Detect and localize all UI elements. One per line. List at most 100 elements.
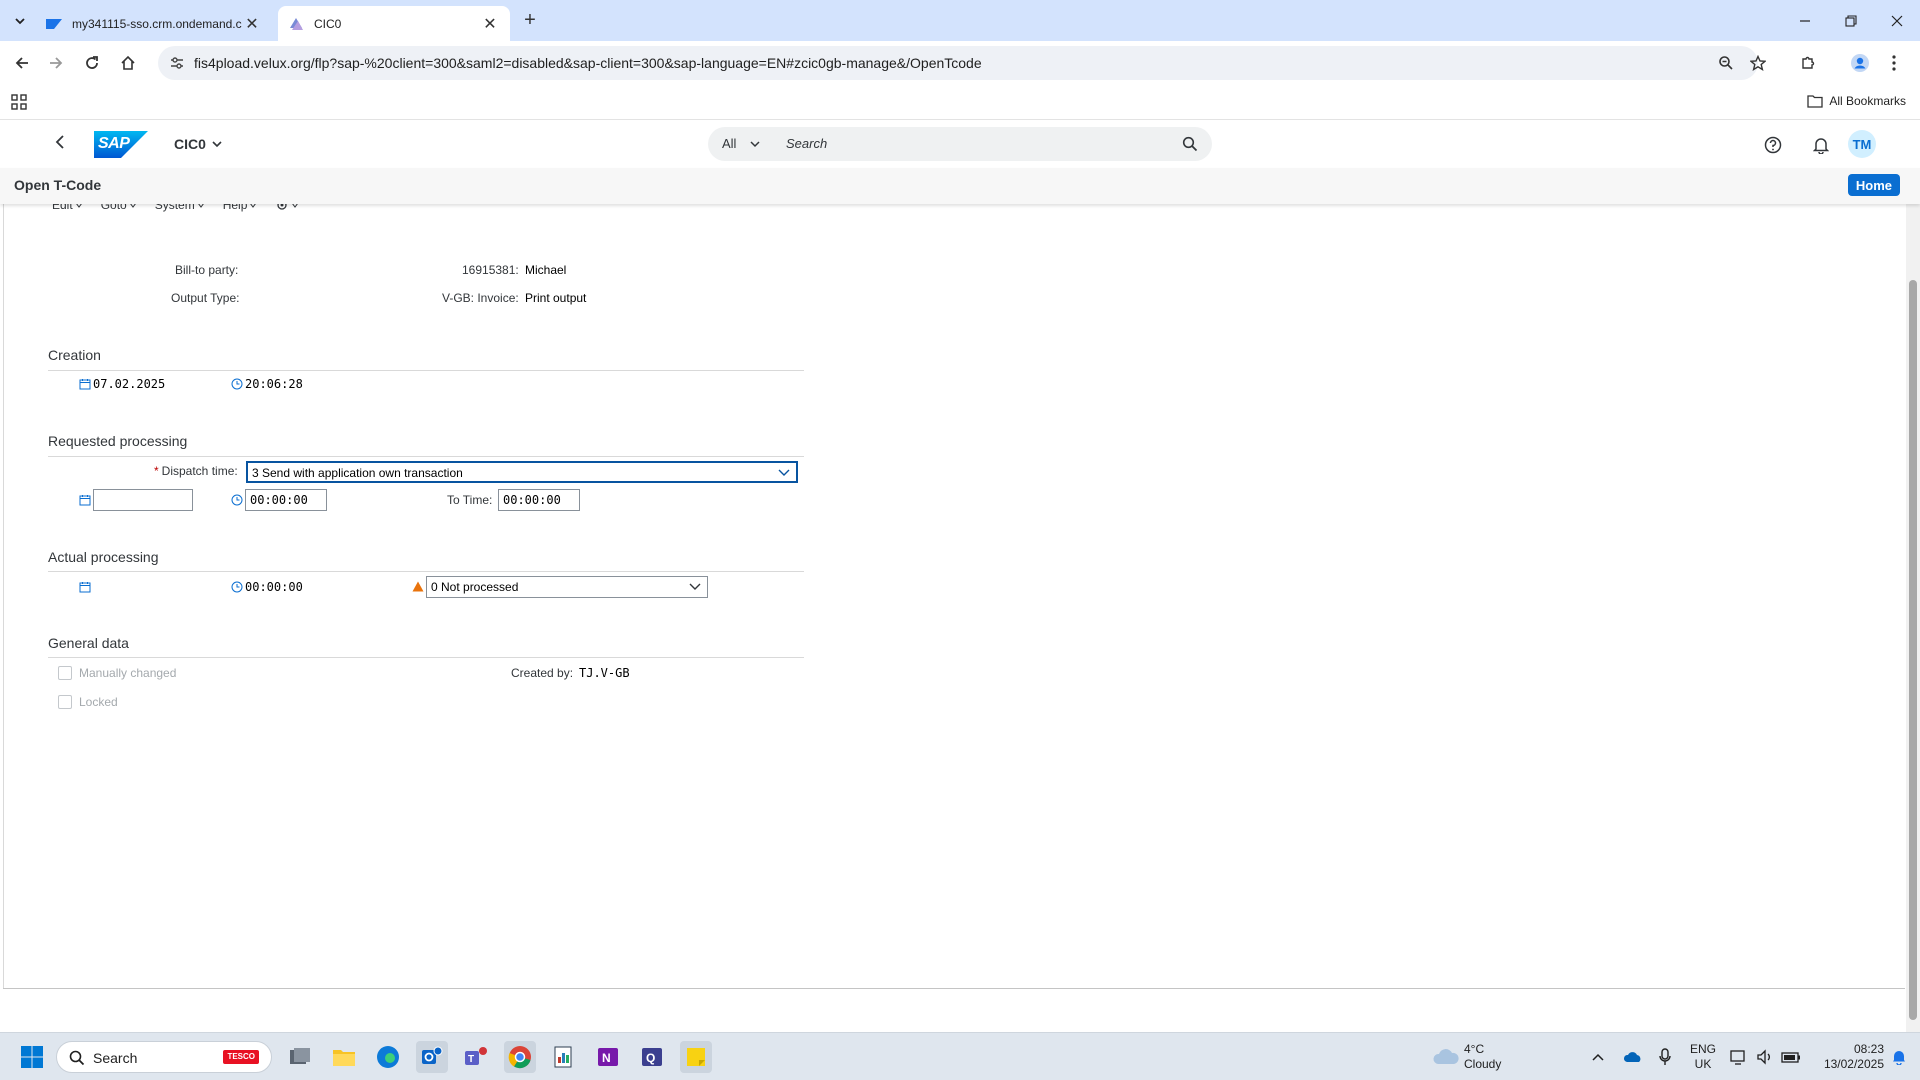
notification-center-button[interactable] — [1886, 1041, 1912, 1073]
search-input[interactable]: Search — [786, 136, 827, 151]
back-button[interactable] — [8, 49, 36, 77]
apps-grid-icon[interactable] — [10, 93, 28, 111]
address-bar[interactable]: fis4pload.velux.org/flp?sap-%20client=30… — [158, 46, 1758, 80]
locked-checkbox[interactable] — [58, 695, 72, 709]
onedrive-button[interactable] — [1620, 1041, 1646, 1073]
teams-button[interactable]: T — [460, 1041, 492, 1073]
manually-changed-checkbox[interactable] — [58, 666, 72, 680]
browser-menu-button[interactable] — [1880, 49, 1908, 77]
microphone-button[interactable] — [1652, 1041, 1678, 1073]
onenote-button[interactable]: N — [592, 1041, 624, 1073]
page-subheader: Open T-Code Home — [0, 168, 1920, 204]
cloud-icon — [1433, 1049, 1459, 1064]
clock-icon — [231, 581, 243, 593]
calendar-icon[interactable] — [79, 494, 91, 506]
start-button[interactable] — [16, 1041, 48, 1073]
input-language-indicator[interactable]: ENG UK — [1688, 1042, 1718, 1072]
dispatch-time-label: * Dispatch time: — [154, 464, 238, 478]
user-avatar[interactable]: TM — [1848, 130, 1876, 158]
minimize-icon — [1800, 19, 1810, 22]
requested-date-input[interactable] — [93, 489, 193, 511]
svg-text:T: T — [468, 1054, 474, 1065]
extensions-button[interactable] — [1794, 49, 1822, 77]
search-scope-select[interactable]: All — [722, 136, 760, 151]
sap-logo[interactable]: SAP — [94, 131, 148, 158]
chrome-button[interactable] — [504, 1041, 536, 1073]
page-scrollbar[interactable] — [1906, 204, 1920, 1032]
restore-button[interactable] — [1828, 0, 1874, 41]
file-explorer-button[interactable] — [328, 1041, 360, 1073]
created-by-value: TJ.V-GB — [579, 666, 630, 680]
search-icon[interactable] — [1182, 136, 1198, 152]
show-hidden-icons-button[interactable] — [1586, 1041, 1610, 1073]
lang-line2: UK — [1694, 1057, 1712, 1071]
volume-button[interactable] — [1752, 1041, 1778, 1073]
weather-widget[interactable]: 4°C Cloudy — [1464, 1042, 1501, 1072]
processing-status-select[interactable]: 0 Not processed — [426, 576, 708, 598]
calendar-icon — [79, 379, 91, 390]
clock-icon — [231, 494, 243, 506]
to-time-label: To Time: — [447, 493, 493, 507]
scrollbar-thumb[interactable] — [1909, 280, 1917, 1020]
weather-widget-icon[interactable] — [1428, 1041, 1464, 1073]
new-tab-button[interactable]: + — [518, 8, 542, 32]
close-tab-icon[interactable]: ✕ — [242, 14, 262, 34]
star-icon — [1750, 55, 1766, 71]
qlik-button[interactable]: Q — [636, 1041, 668, 1073]
output-type-label: Output Type: — [171, 291, 240, 305]
dispatch-time-select[interactable]: 3 Send with application own transaction — [246, 461, 798, 483]
app-title-menu[interactable]: CIC0 — [174, 136, 222, 152]
close-window-button[interactable] — [1874, 0, 1920, 41]
clock[interactable]: 08:23 13/02/2025 — [1806, 1042, 1884, 1072]
sap-logo-text: SAP — [98, 135, 130, 152]
svg-text:Q: Q — [646, 1051, 655, 1065]
actual-time: 00:00:00 — [245, 580, 303, 594]
locked-label: Locked — [79, 695, 118, 709]
teams-icon: T — [465, 1047, 487, 1065]
divider — [48, 571, 804, 572]
close-tab-icon[interactable]: ✕ — [480, 14, 500, 34]
bookmark-star-button[interactable] — [1744, 49, 1772, 77]
zoom-button[interactable] — [1712, 49, 1740, 77]
taskbar-search[interactable]: Search TESCO — [56, 1041, 272, 1073]
dispatch-time-text: Dispatch time: — [161, 464, 238, 478]
browser-tab-cic0[interactable]: CIC0 ✕ — [278, 6, 510, 41]
sap-favicon-icon — [46, 16, 62, 32]
task-view-icon — [290, 1048, 310, 1064]
network-icon — [1730, 1050, 1745, 1065]
outlook-button[interactable] — [416, 1041, 448, 1073]
forward-button[interactable] — [42, 49, 70, 77]
tab-title: my341115-sso.crm.ondemand.c — [72, 16, 242, 31]
page-title: Open T-Code — [14, 177, 102, 193]
arrow-left-icon — [15, 57, 28, 69]
site-info-icon[interactable] — [168, 54, 186, 72]
dispatch-time-value: 3 Send with application own transaction — [252, 466, 463, 480]
help-button[interactable] — [1762, 134, 1784, 156]
divider — [48, 456, 804, 457]
outlook-icon — [422, 1046, 443, 1064]
tab-search-button[interactable] — [8, 9, 32, 33]
chevron-down-icon — [689, 583, 701, 590]
qlik-icon: Q — [642, 1048, 662, 1066]
shell-search: All Search — [708, 127, 1212, 161]
network-button[interactable] — [1726, 1041, 1752, 1073]
requested-time-input[interactable]: 00:00:00 — [245, 489, 327, 511]
minimize-button[interactable] — [1782, 0, 1828, 41]
sticky-notes-button[interactable] — [680, 1041, 712, 1073]
chevron-left-icon[interactable] — [54, 135, 66, 149]
task-view-button[interactable] — [284, 1041, 316, 1073]
calculator-button[interactable] — [548, 1041, 580, 1073]
profile-icon — [1851, 54, 1869, 72]
battery-button[interactable] — [1778, 1041, 1804, 1073]
to-time-input[interactable]: 00:00:00 — [498, 489, 580, 511]
home-browser-button[interactable] — [114, 49, 142, 77]
profile-button[interactable] — [1846, 49, 1874, 77]
browser-tab-crm[interactable]: my341115-sso.crm.ondemand.c ✕ — [36, 6, 272, 41]
notifications-button[interactable] — [1810, 134, 1832, 156]
home-button[interactable]: Home — [1847, 174, 1900, 196]
reload-button[interactable] — [78, 49, 106, 77]
all-bookmarks-button[interactable]: All Bookmarks — [1807, 94, 1906, 108]
divider — [48, 370, 804, 371]
main-content: Edit Goto System Help Bill-to party: 169… — [3, 198, 1905, 988]
edge-button[interactable] — [372, 1041, 404, 1073]
